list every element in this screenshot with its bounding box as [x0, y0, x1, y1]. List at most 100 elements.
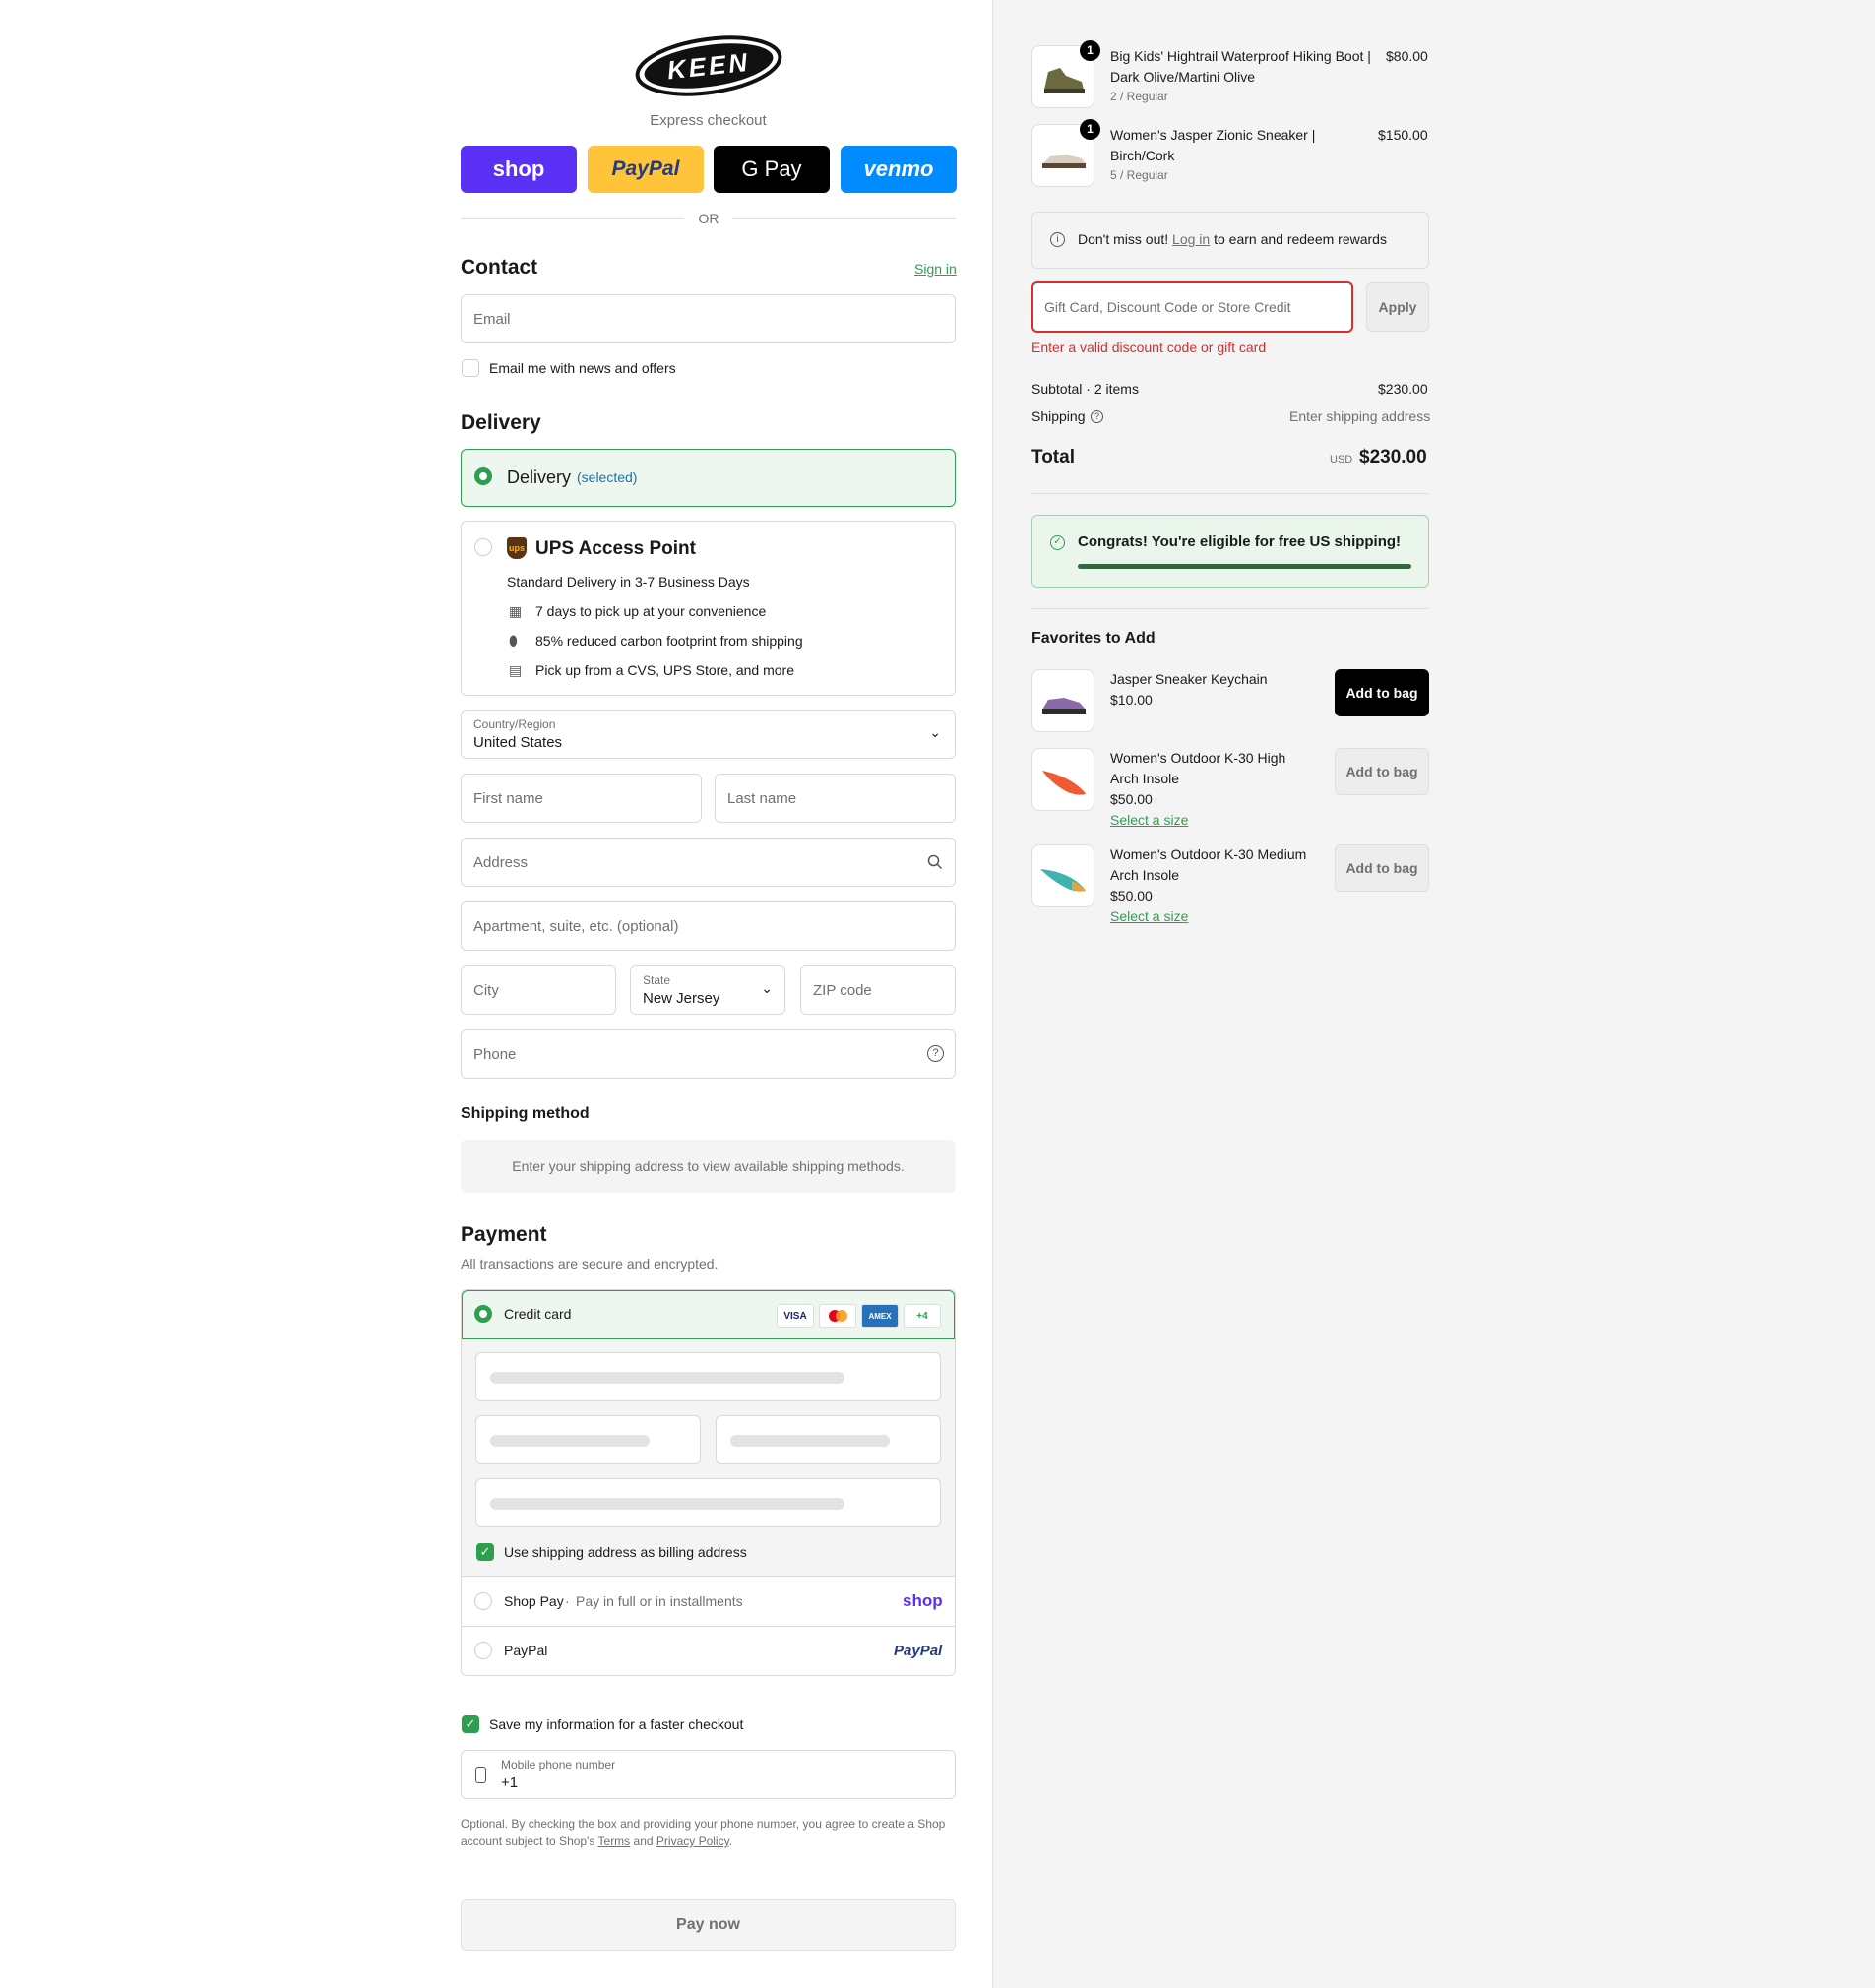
- separator-dot: ·: [565, 1593, 570, 1609]
- address-placeholder: Address: [473, 854, 529, 871]
- legal-period: .: [728, 1834, 733, 1848]
- country-label: Country/Region: [473, 717, 556, 731]
- cart-item-name: Birch/Cork: [1110, 148, 1175, 163]
- pay-now-button[interactable]: Pay now: [461, 1899, 956, 1951]
- keen-logo[interactable]: KEEN: [635, 35, 782, 96]
- apartment-placeholder: Apartment, suite, etc. (optional): [473, 918, 679, 935]
- free-shipping-progress-track: [1078, 564, 1411, 569]
- select-size-link[interactable]: Select a size: [1110, 908, 1188, 924]
- leaf-icon: ⬮: [509, 633, 518, 649]
- loading-skeleton: [490, 1372, 844, 1384]
- state-select[interactable]: State New Jersey ⌄: [630, 965, 785, 1015]
- newsletter-label: Email me with news and offers: [489, 360, 676, 376]
- credit-card-label: Credit card: [504, 1306, 572, 1322]
- newsletter-checkbox[interactable]: [462, 359, 479, 377]
- paypal-logo: PayPal: [894, 1643, 943, 1659]
- favorite-item-name: Arch Insole: [1110, 771, 1180, 786]
- total-value: $230.00: [1359, 447, 1427, 467]
- loading-skeleton: [490, 1498, 844, 1510]
- email-field[interactable]: Email: [461, 294, 956, 343]
- shop-pay-subtitle: Pay in full or in installments: [576, 1593, 743, 1609]
- mobile-value: +1: [501, 1774, 519, 1791]
- card-name-field[interactable]: [475, 1478, 941, 1527]
- help-icon[interactable]: ?: [927, 1045, 944, 1062]
- favorite-item-name: Women's Outdoor K-30 Medium: [1110, 846, 1307, 862]
- mobile-phone-field[interactable]: Mobile phone number +1: [461, 1750, 956, 1799]
- product-thumbnail: [1031, 669, 1094, 732]
- venmo-button[interactable]: venmo: [841, 146, 957, 193]
- shipping-method-title: Shipping method: [461, 1105, 590, 1122]
- first-name-field[interactable]: First name: [461, 774, 702, 823]
- free-shipping-banner: [1031, 515, 1429, 588]
- card-cvv-field[interactable]: [716, 1415, 941, 1464]
- apply-discount-button[interactable]: Apply: [1366, 282, 1429, 332]
- chevron-down-icon: ⌄: [929, 724, 941, 740]
- legal-text: Optional. By checking the box and provid…: [461, 1815, 956, 1850]
- favorite-item-price: $50.00: [1110, 791, 1153, 807]
- delivery-option-ship[interactable]: Delivery (selected): [461, 449, 956, 507]
- add-to-bag-button[interactable]: Add to bag: [1335, 844, 1429, 892]
- shop-pay-radio[interactable]: [474, 1592, 492, 1610]
- more-cards-badge: +4: [904, 1304, 941, 1328]
- card-number-field[interactable]: [475, 1352, 941, 1401]
- cart-item-variant: 2 / Regular: [1110, 90, 1168, 103]
- phone-placeholder: Phone: [473, 1046, 517, 1063]
- google-pay-label: G Pay: [741, 156, 802, 181]
- terms-link[interactable]: Terms: [598, 1834, 631, 1848]
- city-field[interactable]: City: [461, 965, 616, 1015]
- rewards-login-link[interactable]: Log in: [1172, 231, 1210, 247]
- zip-field[interactable]: ZIP code: [800, 965, 956, 1015]
- discount-placeholder: Gift Card, Discount Code or Store Credit: [1044, 299, 1291, 315]
- ups-access-point-option[interactable]: ups UPS Access Point Standard Delivery i…: [461, 521, 956, 696]
- apartment-field[interactable]: Apartment, suite, etc. (optional): [461, 901, 956, 951]
- shop-pay-logo: shop: [903, 1591, 943, 1610]
- shipping-method-notice: Enter your shipping address to view avai…: [461, 1140, 956, 1193]
- subtotal-label: Subtotal · 2 items: [1031, 381, 1139, 397]
- state-value: New Jersey: [643, 990, 720, 1007]
- ups-feature: 7 days to pick up at your convenience: [535, 603, 767, 619]
- card-expiry-field[interactable]: [475, 1415, 701, 1464]
- city-placeholder: City: [473, 982, 499, 999]
- save-info-checkbox[interactable]: ✓: [462, 1715, 479, 1733]
- ups-subtitle: Standard Delivery in 3-7 Business Days: [507, 574, 750, 590]
- country-select[interactable]: Country/Region United States ⌄: [461, 710, 956, 759]
- ups-title: UPS Access Point: [535, 538, 696, 559]
- country-value: United States: [473, 734, 563, 751]
- billing-same-checkbox[interactable]: ✓: [476, 1543, 494, 1561]
- quantity-badge: 1: [1080, 119, 1100, 140]
- google-pay-button[interactable]: G Pay: [714, 146, 830, 193]
- credit-card-radio[interactable]: [474, 1305, 492, 1323]
- mobile-icon: [475, 1767, 486, 1783]
- cart-item-name: Big Kids' Hightrail Waterproof Hiking Bo…: [1110, 48, 1371, 64]
- legal-and: and: [633, 1834, 654, 1848]
- loading-skeleton: [730, 1435, 890, 1447]
- favorite-item-name: Women's Outdoor K-30 High: [1110, 750, 1286, 766]
- add-to-bag-button[interactable]: Add to bag: [1335, 669, 1429, 716]
- sign-in-link[interactable]: Sign in: [914, 261, 957, 277]
- phone-field[interactable]: Phone ?: [461, 1029, 956, 1079]
- privacy-link[interactable]: Privacy Policy: [656, 1834, 729, 1848]
- shop-pay-button[interactable]: shop: [461, 146, 577, 193]
- favorites-title: Favorites to Add: [1031, 630, 1156, 647]
- delivery-radio[interactable]: [474, 467, 492, 485]
- payment-subtitle: All transactions are secure and encrypte…: [461, 1256, 719, 1272]
- total-currency: USD: [1330, 454, 1353, 466]
- visa-icon: VISA: [777, 1304, 814, 1328]
- ups-icon: ups: [507, 537, 527, 559]
- divider: [1031, 493, 1429, 494]
- last-name-field[interactable]: Last name: [715, 774, 956, 823]
- billing-same-label: Use shipping address as billing address: [504, 1544, 747, 1560]
- ups-radio[interactable]: [474, 538, 492, 556]
- address-field[interactable]: Address: [461, 838, 956, 887]
- paypal-button[interactable]: PayPal: [588, 146, 704, 193]
- cart-item-price: $150.00: [1378, 127, 1428, 143]
- help-icon[interactable]: ?: [1091, 410, 1103, 423]
- paypal-radio[interactable]: [474, 1642, 492, 1659]
- favorite-item-name: Jasper Sneaker Keychain: [1110, 671, 1268, 687]
- select-size-link[interactable]: Select a size: [1110, 812, 1188, 828]
- discount-code-input[interactable]: Gift Card, Discount Code or Store Credit: [1031, 281, 1353, 333]
- chevron-down-icon: ⌄: [761, 980, 773, 996]
- add-to-bag-button[interactable]: Add to bag: [1335, 748, 1429, 795]
- ups-feature: Pick up from a CVS, UPS Store, and more: [535, 662, 794, 678]
- store-icon: ▤: [509, 662, 523, 678]
